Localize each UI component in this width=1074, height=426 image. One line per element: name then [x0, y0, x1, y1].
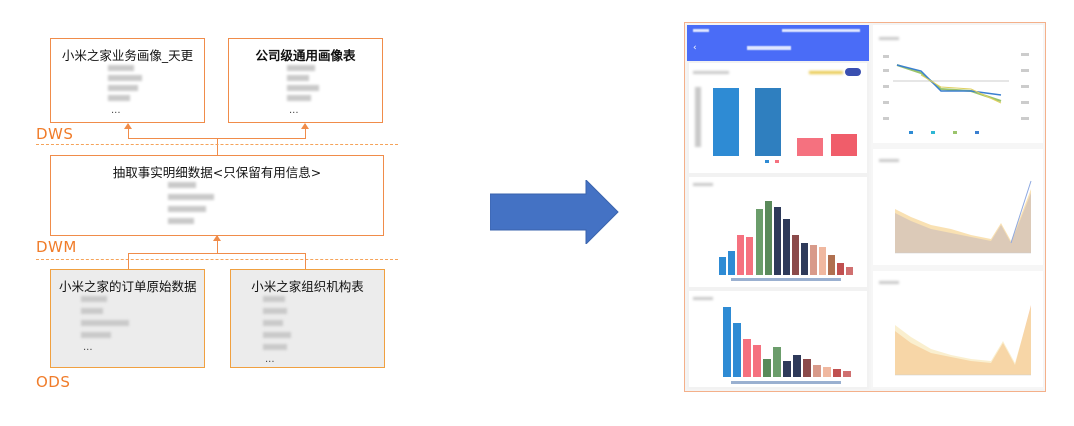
area-chart-mini [895, 305, 1031, 376]
area-chart-panel [873, 149, 1043, 265]
box-title: 小米之家的订单原始数据 [59, 279, 197, 294]
chart-panel-1 [689, 63, 867, 173]
dwm-fact-detail-box: 抽取事实明细数据<只保留有用信息> [50, 155, 384, 236]
box-title: 小米之家组织机构表 [251, 279, 364, 294]
area-chart-panel [873, 271, 1043, 387]
dws-table-xiaomi-home-profile: 小米之家业务画像_天更 ... [50, 38, 205, 123]
ellipsis: ... [265, 354, 275, 365]
back-chevron-icon[interactable]: ‹ [693, 43, 697, 53]
layer-label-dwm: DWM [36, 238, 77, 256]
layer-divider [36, 144, 398, 145]
bar-chart-mini [713, 88, 857, 163]
bar-chart-mini [719, 201, 853, 281]
ods-table-org-structure: 小米之家组织机构表 ... [230, 269, 385, 368]
box-title: 小米之家业务画像_天更 [61, 48, 194, 63]
ellipsis: ... [83, 342, 93, 353]
dws-table-company-profile: 公司级通用画像表 ... [228, 38, 383, 123]
area-chart-mini [895, 180, 1032, 254]
line-chart-mini [883, 53, 1029, 134]
box-title: 公司级通用画像表 [255, 48, 356, 63]
layer-label-dws: DWS [36, 125, 74, 143]
phone-screen: ‹ [687, 25, 869, 389]
layer-label-ods: ODS [36, 373, 71, 391]
user-profile-dashboard-screenshot: ‹ [684, 22, 1046, 392]
chart-panel-2 [689, 177, 867, 287]
toggle-switch[interactable] [845, 68, 861, 76]
ellipsis: ... [289, 105, 299, 116]
box-title: 抽取事实明细数据<只保留有用信息> [112, 165, 322, 180]
ellipsis: ... [111, 105, 121, 116]
bar-chart-mini [723, 307, 851, 384]
line-chart-panel [873, 25, 1043, 143]
ods-table-order-raw-data: 小米之家的订单原始数据 ... [50, 269, 205, 368]
chart-panel-3 [689, 291, 867, 387]
trend-column [871, 25, 1045, 389]
layer-divider [36, 259, 398, 260]
transform-arrow-icon [490, 180, 619, 244]
